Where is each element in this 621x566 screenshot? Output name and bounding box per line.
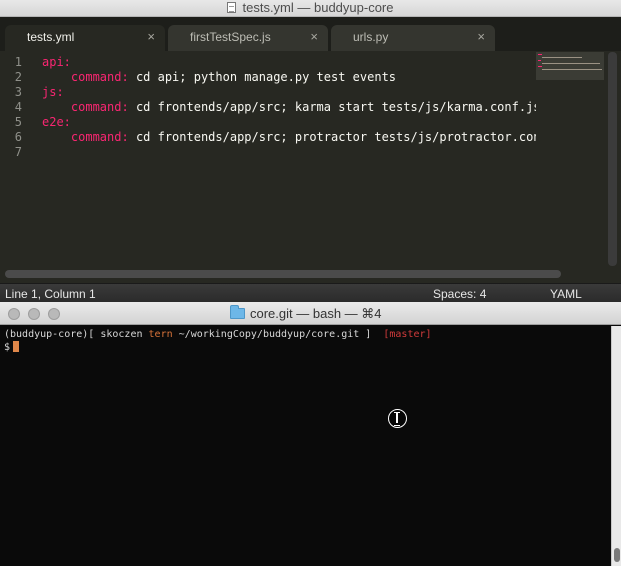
minimap[interactable] xyxy=(536,52,604,80)
editor-window: tests.yml — buddyup-core tests.yml × fir… xyxy=(0,0,621,302)
status-bar: Line 1, Column 1 Spaces: 4 YAML xyxy=(0,283,621,302)
line-number: 6 xyxy=(14,130,22,144)
terminal-scrollbar[interactable] xyxy=(611,326,621,566)
prompt-user: skoczen xyxy=(100,329,143,340)
tab-label: urls.py xyxy=(353,30,389,44)
yaml-key: api: xyxy=(42,55,71,69)
code-line: api: xyxy=(42,55,71,70)
code-line: e2e: xyxy=(42,115,71,130)
minimize-window-button[interactable] xyxy=(28,308,40,320)
tab-urls-py[interactable]: urls.py × xyxy=(331,25,495,51)
prompt-line: (buddyup-core)[ skoczen tern ~/workingCo… xyxy=(4,329,604,341)
yaml-value: cd frontends/app/src; protractor tests/j… xyxy=(135,130,536,144)
tab-tests-yml[interactable]: tests.yml × xyxy=(5,25,165,51)
document-icon xyxy=(227,2,237,13)
line-number-gutter: 1 2 3 4 5 6 7 xyxy=(0,51,38,266)
prompt-host: tern xyxy=(148,329,173,340)
cursor-position: Line 1, Column 1 xyxy=(5,287,96,301)
prompt-branch: [master] xyxy=(383,329,432,340)
yaml-key: command: xyxy=(70,70,129,84)
yaml-key: command: xyxy=(70,130,129,144)
code-line: command: cd api; python manage.py test e… xyxy=(42,70,396,85)
yaml-key: e2e: xyxy=(42,115,71,129)
tab-label: tests.yml xyxy=(27,30,75,44)
folder-icon xyxy=(230,305,245,319)
yaml-key: command: xyxy=(70,100,129,114)
ibeam-cursor-icon xyxy=(388,409,407,428)
editor-window-title: tests.yml — buddyup-core xyxy=(242,0,394,15)
tab-firsttestspec-js[interactable]: firstTestSpec.js × xyxy=(168,25,328,51)
code-editor[interactable]: api: command: cd api; python manage.py t… xyxy=(42,51,536,266)
line-number: 4 xyxy=(14,100,22,114)
close-window-button[interactable] xyxy=(8,308,20,320)
zoom-window-button[interactable] xyxy=(48,308,60,320)
line-number: 1 xyxy=(14,55,22,69)
tab-close-icon[interactable]: × xyxy=(310,29,318,44)
code-line: js: xyxy=(42,85,64,100)
terminal-output[interactable]: (buddyup-core)[ skoczen tern ~/workingCo… xyxy=(4,329,604,353)
terminal-titlebar: core.git — bash — ⌘4 xyxy=(0,302,621,325)
prompt-symbol: $ xyxy=(4,342,11,353)
terminal-scroll-thumb[interactable] xyxy=(614,548,620,562)
terminal-window-title: core.git — bash — ⌘4 xyxy=(250,306,382,321)
line-number: 3 xyxy=(14,85,22,99)
syntax-mode[interactable]: YAML xyxy=(550,287,582,301)
input-line: $ xyxy=(4,341,604,353)
code-line: command: cd frontends/app/src; protracto… xyxy=(42,130,536,145)
editor-titlebar: tests.yml — buddyup-core xyxy=(0,0,621,17)
editor-vertical-scrollbar[interactable] xyxy=(608,52,617,266)
terminal-window: core.git — bash — ⌘4 (buddyup-core)[ sko… xyxy=(0,302,621,566)
tab-bar: tests.yml × firstTestSpec.js × urls.py × xyxy=(0,17,621,51)
prompt-env: (buddyup-core)[ xyxy=(4,329,95,340)
line-number: 5 xyxy=(14,115,22,129)
yaml-key: js: xyxy=(42,85,64,99)
tab-close-icon[interactable]: × xyxy=(477,29,485,44)
indentation-setting[interactable]: Spaces: 4 xyxy=(433,287,486,301)
line-number: 7 xyxy=(14,145,22,159)
editor-horizontal-scrollbar[interactable] xyxy=(5,270,561,278)
tab-close-icon[interactable]: × xyxy=(147,29,155,44)
prompt-path: ~/workingCopy/buddyup/core.git ] xyxy=(178,329,372,340)
line-number: 2 xyxy=(14,70,22,84)
yaml-value: cd frontends/app/src; karma start tests/… xyxy=(135,100,536,114)
code-line: command: cd frontends/app/src; karma sta… xyxy=(42,100,536,115)
terminal-cursor xyxy=(13,341,20,352)
yaml-value: cd api; python manage.py test events xyxy=(135,70,397,84)
tab-label: firstTestSpec.js xyxy=(190,30,271,44)
